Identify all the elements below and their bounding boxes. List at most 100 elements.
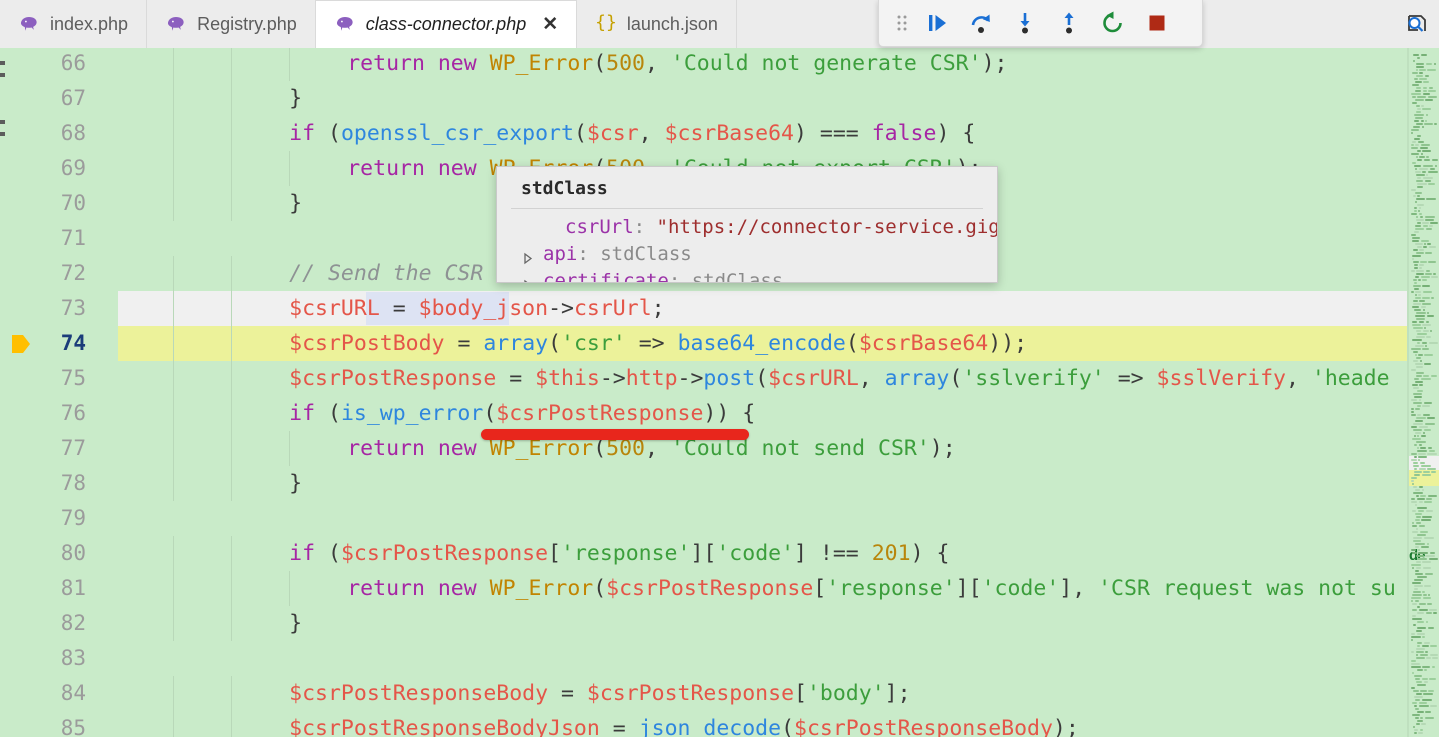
code-text[interactable]: $csrPostResponseBody = $csrPostResponse[… — [289, 676, 910, 711]
code-line-83[interactable]: 83 — [0, 641, 1439, 676]
indent-guide — [173, 466, 174, 501]
overview-ruler-left[interactable] — [0, 48, 8, 737]
minimap-line — [1422, 222, 1429, 224]
minimap-line — [1411, 189, 1416, 191]
tooltip-row-csrUrl[interactable]: csrUrl: "https://connector-service.giga.… — [497, 214, 997, 241]
minimap-line — [1433, 612, 1437, 614]
minimap-line — [1419, 609, 1428, 611]
code-line-68[interactable]: 68 if (openssl_csr_export($csr, $csrBase6… — [0, 116, 1439, 151]
minimap-line — [1414, 396, 1422, 398]
code-text[interactable]: } — [289, 606, 302, 641]
debug-step-out-button[interactable] — [1049, 4, 1089, 42]
line-number: 72 — [60, 261, 86, 285]
minimap-line — [1435, 165, 1437, 167]
close-icon[interactable]: ✕ — [542, 15, 558, 34]
indent-guide — [289, 151, 291, 186]
code-text[interactable]: $csrPostResponse = $this->http->post($cs… — [289, 361, 1389, 396]
tooltip-separator: : — [633, 216, 657, 238]
code-text[interactable]: if ($csrPostResponse['response']['code']… — [289, 536, 949, 571]
minimap-line — [1424, 501, 1432, 503]
minimap-line — [1411, 144, 1414, 146]
minimap-line — [1422, 297, 1430, 299]
restart-icon — [1103, 11, 1122, 33]
tooltip-divider — [511, 208, 983, 209]
code-line-75[interactable]: 75 $csrPostResponse = $this->http->post($… — [0, 361, 1439, 396]
minimap-line — [1419, 213, 1422, 215]
chevron-right-icon[interactable] — [521, 274, 535, 282]
minimap-line — [1422, 561, 1431, 563]
code-line-73[interactable]: 73 $csrURL = $body_json->csrUrl; — [0, 291, 1439, 326]
chevron-right-icon[interactable] — [521, 247, 535, 265]
minimap-line — [1419, 468, 1426, 470]
code-text[interactable]: return new WP_Error(500, 'Could not gene… — [347, 48, 1007, 81]
split-editor-search-icon[interactable] — [1395, 0, 1439, 48]
line-number: 68 — [60, 121, 86, 145]
editor-tab-registry-php[interactable]: Registry.php — [147, 0, 316, 48]
indent-guide — [173, 256, 174, 291]
minimap-line — [1417, 204, 1424, 206]
code-line-76[interactable]: 76 if (is_wp_error($csrPostResponse)) { — [0, 396, 1439, 431]
code-text[interactable]: return new WP_Error($csrPostResponse['re… — [347, 571, 1396, 606]
minimap-line — [1428, 447, 1432, 449]
minimap-line — [1433, 273, 1436, 275]
code-line-79[interactable]: 79 — [0, 501, 1439, 536]
code-text[interactable]: if (is_wp_error($csrPostResponse)) { — [289, 396, 755, 431]
debug-step-into-button[interactable] — [1005, 4, 1045, 42]
minimap-line — [1421, 240, 1429, 242]
line-number: 81 — [60, 576, 86, 600]
tooltip-row-certificate[interactable]: certificate: stdClass — [497, 268, 997, 282]
code-text[interactable]: } — [289, 186, 302, 221]
minimap-line — [1420, 690, 1427, 692]
minimap-line — [1422, 636, 1425, 638]
minimap-line — [1412, 594, 1422, 596]
minimap-line — [1417, 621, 1424, 623]
code-lines[interactable]: 66 return new WP_Error(500, 'Could not ge… — [0, 48, 1439, 737]
code-line-66[interactable]: 66 return new WP_Error(500, 'Could not ge… — [0, 48, 1439, 81]
minimap-line — [1419, 156, 1425, 158]
minimap-line — [1418, 552, 1428, 554]
code-text[interactable]: } — [289, 81, 302, 116]
minimap-line — [1411, 663, 1420, 665]
code-text[interactable]: $csrPostResponseBodyJson = json_decode($… — [289, 711, 1079, 737]
editor-tab-class-connector-php[interactable]: class-connector.php ✕ — [315, 0, 578, 48]
code-text[interactable]: $csrURL = $body_json->csrUrl; — [289, 291, 664, 326]
tooltip-row-api[interactable]: api: stdClass — [497, 241, 997, 268]
code-editor[interactable]: 66 return new WP_Error(500, 'Could not ge… — [0, 48, 1439, 737]
grip-dots-icon[interactable] — [891, 4, 913, 42]
code-text[interactable]: // Send the CSR — [289, 256, 483, 291]
minimap-line — [1415, 315, 1425, 317]
code-text[interactable]: if (openssl_csr_export($csr, $csrBase64)… — [289, 116, 975, 151]
editor-tab-launch-json[interactable]: {} launch.json — [577, 0, 737, 48]
debug-value-hover-tooltip[interactable]: stdClass csrUrl: "https://connector-serv… — [496, 166, 998, 283]
step-into-icon — [1020, 13, 1030, 34]
minimap-line — [1416, 330, 1421, 332]
minimap-line — [1414, 696, 1423, 698]
code-line-67[interactable]: 67} — [0, 81, 1439, 116]
minimap-line — [1412, 96, 1416, 98]
code-text[interactable]: } — [289, 466, 302, 501]
minimap-line — [1417, 186, 1423, 188]
minimap-line — [1429, 558, 1438, 560]
minimap-line — [1415, 678, 1420, 680]
code-line-74[interactable]: 74 $csrPostBody = array('csr' => base64_e… — [0, 326, 1439, 361]
code-line-85[interactable]: 85 $csrPostResponseBodyJson = json_decode… — [0, 711, 1439, 737]
debug-stop-button[interactable] — [1137, 4, 1177, 42]
code-line-84[interactable]: 84 $csrPostResponseBody = $csrPostRespons… — [0, 676, 1439, 711]
editor-tab-index-php[interactable]: index.php — [0, 0, 148, 48]
minimap-line — [1412, 438, 1421, 440]
minimap-line — [1412, 255, 1421, 257]
code-text[interactable]: $csrPostBody = array('csr' => base64_enc… — [289, 326, 1027, 361]
debug-step-over-button[interactable] — [961, 4, 1001, 42]
code-line-78[interactable]: 78} — [0, 466, 1439, 501]
code-line-82[interactable]: 82} — [0, 606, 1439, 641]
minimap[interactable]: de — [1409, 48, 1439, 737]
minimap-line — [1419, 69, 1426, 71]
minimap-line — [1414, 729, 1418, 731]
minimap-line — [1421, 306, 1426, 308]
code-line-80[interactable]: 80 if ($csrPostResponse['response']['code… — [0, 536, 1439, 571]
code-line-81[interactable]: 81 return new WP_Error($csrPostResponse['… — [0, 571, 1439, 606]
debug-toolbar — [878, 0, 1203, 47]
debug-continue-button[interactable] — [917, 4, 957, 42]
debug-restart-button[interactable] — [1093, 4, 1133, 42]
minimap-line — [1425, 180, 1431, 182]
